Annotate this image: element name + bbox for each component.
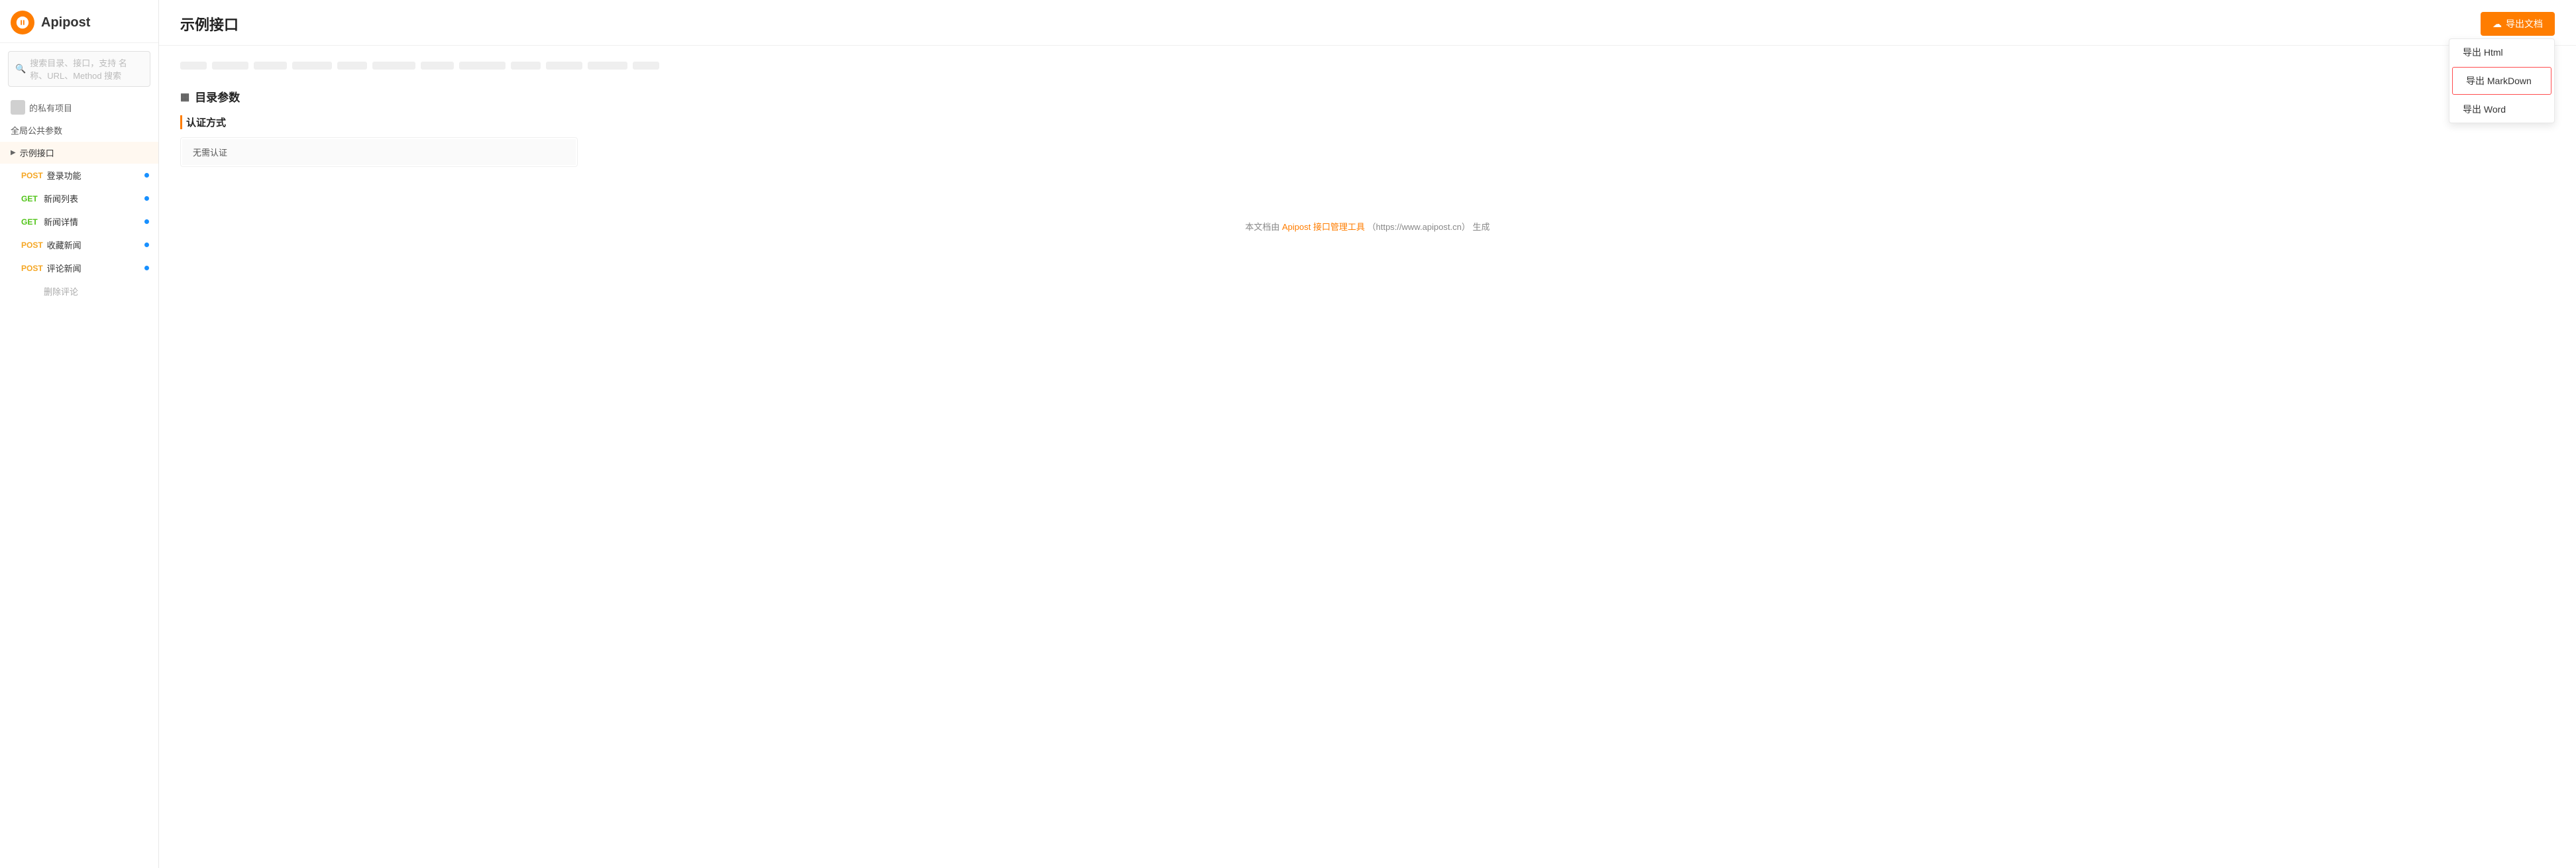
breadcrumb-block-2 [212,62,248,70]
dropdown-word-label: 导出 Word [2463,104,2506,115]
subsection-title: 认证方式 [180,115,2555,129]
nav-item-comment-news[interactable]: POST 评论新闻 [0,256,158,280]
page-title: 示例接口 [180,13,239,34]
section-icon: ▦ [180,91,189,103]
footer-link-text: Apipost 接口管理工具 [1282,222,1365,232]
project-avatar [11,100,25,115]
search-icon: 🔍 [15,64,26,74]
upload-icon: ☁ [2493,19,2502,30]
project-title: 的私有项目 [0,95,158,119]
nav-group-label: 示例接口 [20,146,54,159]
nav-item-news-detail[interactable]: GET 新闻详情 [0,210,158,233]
auth-table: 无需认证 [180,137,578,167]
auth-value-cell: 无需认证 [182,139,576,165]
sidebar-header: Apipost [0,0,158,43]
nav-item-comment-news-label: 评论新闻 [47,262,81,274]
dropdown-item-html[interactable]: 导出 Html [2449,39,2554,66]
breadcrumb-block-10 [546,62,582,70]
breadcrumb-block-3 [254,62,287,70]
breadcrumb-block-1 [180,62,207,70]
method-badge-post: POST [21,171,43,180]
nav-dot-collect-news [144,243,149,247]
export-button-label: 导出文档 [2506,17,2543,30]
nav-dot-news-list [144,196,149,201]
nav-dot-news-detail [144,219,149,224]
main-content: 示例接口 ☁ 导出文档 ▦ 目录参数 认证方式 [159,0,2576,868]
dropdown-item-markdown[interactable]: 导出 MarkDown [2452,67,2551,95]
nav-dot-login [144,173,149,178]
nav-item-delete-comment[interactable]: 删除评论 [0,280,158,303]
dropdown-menu: 导出 Html 导出 MarkDown 导出 Word [2449,38,2555,123]
breadcrumb-block-6 [372,62,415,70]
app-title: Apipost [41,15,90,30]
method-badge-post-2: POST [21,241,43,250]
method-badge-get-1: GET [21,194,40,203]
nav-item-news-list-label: 新闻列表 [44,192,78,205]
footer-text-after: 生成 [1473,222,1490,232]
method-badge-post-3: POST [21,264,43,273]
dropdown-html-label: 导出 Html [2463,47,2503,58]
search-placeholder-text: 搜索目录、接口，支持 名称、URL、Method 搜索 [30,56,143,81]
method-badge-get-2: GET [21,217,40,227]
nav-item-collect-news-label: 收藏新闻 [47,239,81,251]
footer-link[interactable]: Apipost 接口管理工具 [1282,222,1368,232]
nav-item-delete-comment-label: 删除评论 [44,285,78,298]
breadcrumb-block-5 [337,62,367,70]
project-label-text: 的私有项目 [29,101,72,114]
breadcrumb-block-9 [511,62,541,70]
main-header: 示例接口 ☁ 导出文档 [159,0,2576,46]
dropdown-markdown-label: 导出 MarkDown [2466,76,2532,86]
main-body: ▦ 目录参数 认证方式 无需认证 本文档由 Apipost 接口管理工具 （ht… [159,46,2576,868]
breadcrumb-block-12 [633,62,659,70]
search-bar[interactable]: 🔍 搜索目录、接口，支持 名称、URL、Method 搜索 [8,51,150,87]
nav-item-collect-news[interactable]: POST 收藏新闻 [0,233,158,256]
dropdown-item-word[interactable]: 导出 Word [2449,96,2554,123]
global-params-label: 全局公共参数 [11,126,62,136]
breadcrumb-area [180,62,2555,70]
logo-svg [15,15,30,30]
nav-section: ▶ 示例接口 POST 登录功能 GET 新闻列表 GET 新闻详情 POST … [0,142,158,303]
nav-group-title[interactable]: ▶ 示例接口 [0,142,158,164]
footer-text-before: 本文档由 [1245,222,1282,232]
breadcrumb-block-11 [588,62,627,70]
nav-item-news-list[interactable]: GET 新闻列表 [0,187,158,210]
nav-dot-comment-news [144,266,149,270]
nav-item-login-label: 登录功能 [47,169,81,182]
footer: 本文档由 Apipost 接口管理工具 （https://www.apipost… [180,207,2555,248]
export-button[interactable]: ☁ 导出文档 [2481,12,2555,36]
nav-item-news-detail-label: 新闻详情 [44,215,78,228]
global-params-item[interactable]: 全局公共参数 [0,119,158,142]
section-title: ▦ 目录参数 [180,88,2555,105]
section-title-label: 目录参数 [195,88,240,105]
table-row: 无需认证 [182,139,576,165]
breadcrumb-block-4 [292,62,332,70]
breadcrumb-block-7 [421,62,454,70]
sidebar: Apipost 🔍 搜索目录、接口，支持 名称、URL、Method 搜索 的私… [0,0,159,868]
footer-text-middle: （https://www.apipost.cn） [1368,222,1470,232]
nav-item-login[interactable]: POST 登录功能 [0,164,158,187]
app-logo-icon [11,11,34,34]
breadcrumb-block-8 [459,62,506,70]
nav-group-arrow-icon: ▶ [11,149,16,156]
